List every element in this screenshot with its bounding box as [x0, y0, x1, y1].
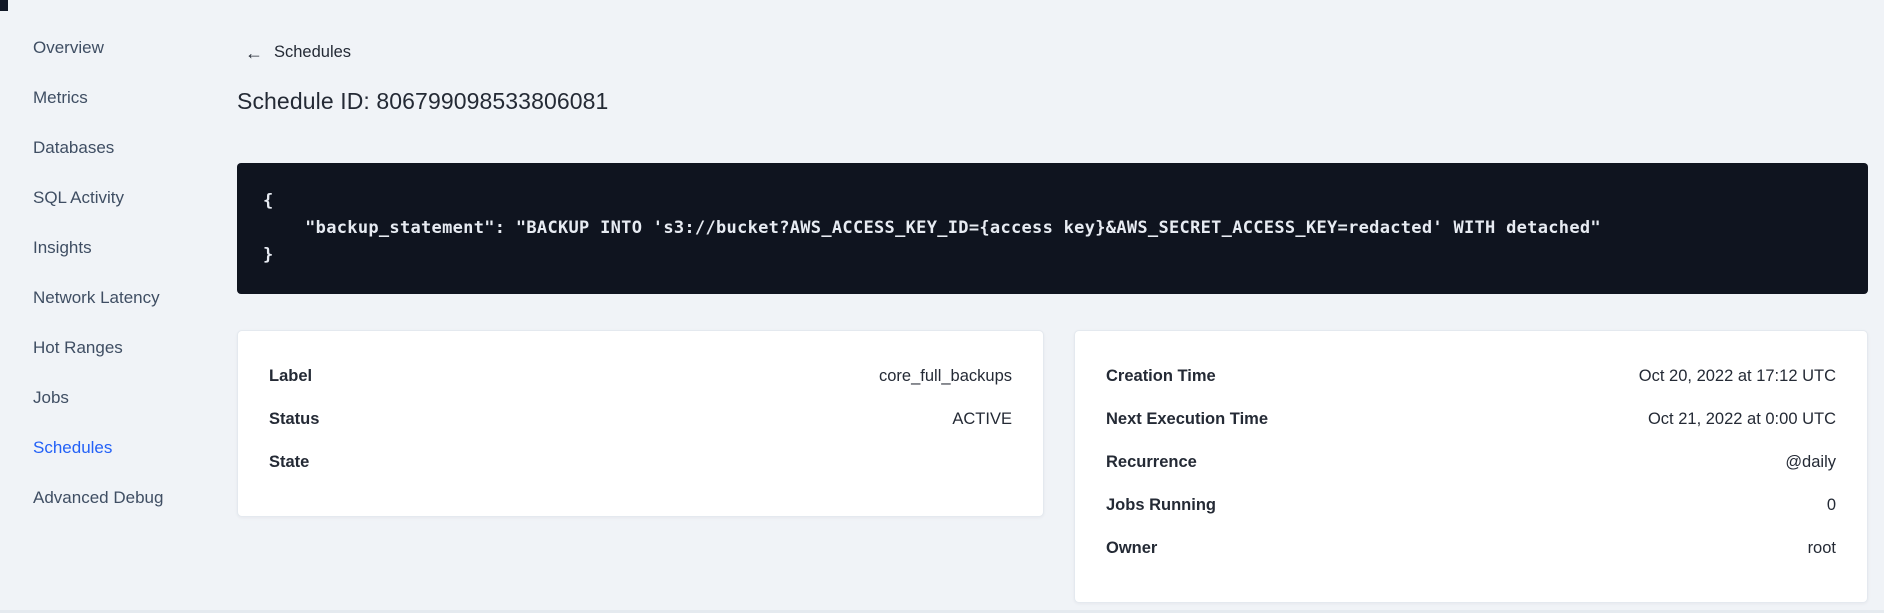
detail-row-owner: Owner root — [1106, 527, 1836, 570]
jobs-running-key: Jobs Running — [1106, 496, 1216, 514]
detail-row-recurrence: Recurrence @daily — [1106, 441, 1836, 484]
detail-row-next-execution-time: Next Execution Time Oct 21, 2022 at 0:00… — [1106, 398, 1836, 441]
label-key: Label — [269, 367, 313, 385]
schedule-summary-card: Label core_full_backups Status ACTIVE St… — [237, 330, 1044, 517]
creation-time-key: Creation Time — [1106, 367, 1216, 385]
detail-row-creation-time: Creation Time Oct 20, 2022 at 17:12 UTC — [1106, 355, 1836, 398]
sidebar-item-jobs[interactable]: Jobs — [0, 373, 220, 423]
sidebar-item-metrics[interactable]: Metrics — [0, 73, 220, 123]
sidebar-item-databases[interactable]: Databases — [0, 123, 220, 173]
sidebar-item-advanced-debug[interactable]: Advanced Debug — [0, 473, 220, 523]
sidebar-item-hot-ranges[interactable]: Hot Ranges — [0, 323, 220, 373]
sidebar-item-overview[interactable]: Overview — [0, 23, 220, 73]
schedule-detail-page: ← Schedules Schedule ID: 806799098533806… — [237, 0, 1868, 613]
code-line-open-brace: { — [263, 191, 274, 211]
creation-time-value: Oct 20, 2022 at 17:12 UTC — [1638, 367, 1836, 385]
detail-row-state: State — [269, 441, 1012, 484]
code-line-backup-statement: "backup_statement": "BACKUP INTO 's3://b… — [263, 218, 1601, 238]
jobs-running-value: 0 — [1826, 496, 1836, 514]
sidebar-item-network-latency[interactable]: Network Latency — [0, 273, 220, 323]
recurrence-value: @daily — [1785, 453, 1836, 471]
sidebar-item-schedules[interactable]: Schedules — [0, 423, 220, 473]
code-line-close-brace: } — [263, 245, 274, 265]
status-value: ACTIVE — [952, 410, 1012, 428]
back-link[interactable]: ← Schedules — [245, 43, 351, 62]
status-key: Status — [269, 410, 320, 428]
detail-row-label: Label core_full_backups — [269, 355, 1012, 398]
schedule-definition-code: { "backup_statement": "BACKUP INTO 's3:/… — [237, 163, 1868, 294]
state-key: State — [269, 453, 310, 471]
page-title: Schedule ID: 806799098533806081 — [237, 88, 609, 114]
next-execution-time-value: Oct 21, 2022 at 0:00 UTC — [1647, 410, 1836, 428]
top-left-dark-corner — [0, 0, 8, 11]
owner-key: Owner — [1106, 539, 1158, 557]
next-execution-time-key: Next Execution Time — [1106, 410, 1268, 428]
schedule-timing-card: Creation Time Oct 20, 2022 at 17:12 UTC … — [1074, 330, 1868, 603]
back-link-label: Schedules — [274, 43, 352, 61]
recurrence-key: Recurrence — [1106, 453, 1197, 471]
detail-row-jobs-running: Jobs Running 0 — [1106, 484, 1836, 527]
sidebar-nav: Overview Metrics Databases SQL Activity … — [0, 23, 220, 523]
label-value: core_full_backups — [879, 367, 1012, 385]
sidebar-item-sql-activity[interactable]: SQL Activity — [0, 173, 220, 223]
back-arrow-icon: ← — [245, 42, 263, 63]
sidebar-item-insights[interactable]: Insights — [0, 223, 220, 273]
owner-value: root — [1807, 539, 1836, 557]
detail-row-status: Status ACTIVE — [269, 398, 1012, 441]
